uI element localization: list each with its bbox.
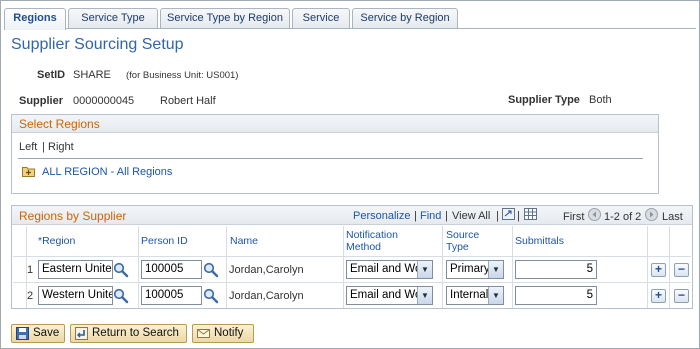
next-icon[interactable] <box>645 208 658 221</box>
col-header-notification[interactable]: Notification <box>346 230 398 241</box>
setid-value: SHARE <box>73 69 111 81</box>
tree-item-all-region[interactable]: ALL REGION - All Regions <box>42 166 172 178</box>
personalize-link[interactable]: Personalize <box>353 210 410 222</box>
source-type-value: Primary <box>450 263 490 275</box>
return-arrow-icon <box>75 327 88 340</box>
select-regions-group: Select Regions Left | Right ALL REGION -… <box>11 114 659 194</box>
grid-link-sep-2: | <box>445 210 448 222</box>
col-header-region[interactable]: *Region <box>38 236 75 247</box>
last-link[interactable]: Last <box>662 211 683 223</box>
source-type-select[interactable]: Primary ▼ <box>446 260 504 279</box>
col-header-method[interactable]: Method <box>346 242 381 253</box>
notification-method-select[interactable]: Email and Wor ▼ <box>346 260 433 279</box>
find-link[interactable]: Find <box>420 210 441 222</box>
tree-left-link[interactable]: Left <box>19 141 37 153</box>
notify-envelope-icon <box>197 327 210 340</box>
row-number: 2 <box>27 290 34 302</box>
region-input[interactable]: Western Unitec <box>38 286 113 305</box>
source-type-value: Internal <box>450 289 489 301</box>
person-name: Jordan,Carolyn <box>229 264 304 276</box>
folder-expand-icon[interactable] <box>22 166 35 177</box>
region-lookup-icon[interactable] <box>113 288 129 304</box>
zoom-grid-icon[interactable] <box>502 208 515 220</box>
select-regions-title: Select Regions <box>19 117 100 131</box>
regions-grid: Regions by Supplier Personalize | Find |… <box>11 205 693 309</box>
table-row: 2 Western Unitec 100005 Jordan,Carolyn E… <box>13 282 691 308</box>
add-row-icon[interactable]: + <box>651 289 666 303</box>
row-range: 1-2 of 2 <box>604 211 642 223</box>
save-button[interactable]: Save <box>11 324 65 343</box>
person-id-input[interactable]: 100005 <box>141 260 202 279</box>
col-header-person-id[interactable]: Person ID <box>141 236 188 247</box>
notification-method-value: Email and Wor <box>350 263 426 275</box>
return-to-search-label: Return to Search <box>92 327 179 339</box>
grid-header-bar: Regions by Supplier Personalize | Find |… <box>12 206 692 225</box>
person-id-input[interactable]: 100005 <box>141 286 202 305</box>
chevron-down-icon: ▼ <box>488 287 503 304</box>
region-lookup-icon[interactable] <box>113 262 129 278</box>
notification-method-value: Email and Wor <box>350 289 426 301</box>
tab-service[interactable]: Service <box>292 8 350 29</box>
tab-divider <box>4 28 696 29</box>
add-row-icon[interactable]: + <box>651 263 666 277</box>
person-name: Jordan,Carolyn <box>229 290 304 302</box>
person-lookup-icon[interactable] <box>203 288 219 304</box>
col-header-name[interactable]: Name <box>230 236 258 247</box>
supplier-label: Supplier <box>19 95 64 107</box>
delete-row-icon[interactable]: − <box>674 289 689 303</box>
col-header-source[interactable]: Source <box>446 230 479 241</box>
chevron-down-icon: ▼ <box>488 261 503 278</box>
col-header-submittals[interactable]: Submittals <box>515 236 564 247</box>
tab-regions[interactable]: Regions <box>4 8 66 30</box>
grid-title: Regions by Supplier <box>19 209 127 223</box>
tab-service-type[interactable]: Service Type <box>68 8 158 29</box>
table-row: 1 Eastern United 100005 Jordan,Carolyn E… <box>13 256 691 282</box>
previous-icon[interactable] <box>588 208 601 221</box>
notify-label: Notify <box>214 327 244 339</box>
tab-service-type-by-region[interactable]: Service Type by Region <box>160 8 290 29</box>
tree-right-link[interactable]: Right <box>48 141 74 153</box>
save-label: Save <box>33 327 60 339</box>
return-to-search-button[interactable]: Return to Search <box>70 324 187 343</box>
tree-separator: | <box>42 141 45 153</box>
delete-row-icon[interactable]: − <box>674 263 689 277</box>
notification-method-select[interactable]: Email and Wor ▼ <box>346 286 433 305</box>
col-header-type[interactable]: Type <box>446 242 469 253</box>
notify-button[interactable]: Notify <box>192 324 254 343</box>
tab-service-by-region[interactable]: Service by Region <box>352 8 458 29</box>
chevron-down-icon: ▼ <box>417 287 432 304</box>
view-all-link[interactable]: View All <box>452 210 490 222</box>
submittals-input[interactable]: 5 <box>515 260 597 279</box>
select-regions-header: Select Regions <box>12 115 658 133</box>
first-link[interactable]: First <box>563 211 584 223</box>
region-input[interactable]: Eastern United <box>38 260 113 279</box>
supplier-id: 0000000045 <box>73 95 135 107</box>
supplier-type-label: Supplier Type <box>508 94 580 106</box>
download-grid-icon[interactable] <box>524 208 537 220</box>
setid-label: SetID <box>37 69 66 81</box>
grid-link-sep-3: | <box>496 210 499 222</box>
grid-link-sep-1: | <box>414 210 417 222</box>
row-number: 1 <box>27 264 34 276</box>
page-title: Supplier Sourcing Setup <box>11 36 184 53</box>
supplier-name: Robert Half <box>160 95 216 107</box>
source-type-select[interactable]: Internal ▼ <box>446 286 504 305</box>
grid-link-sep-4: | <box>517 210 520 222</box>
chevron-down-icon: ▼ <box>417 261 432 278</box>
tree-divider <box>18 158 643 159</box>
setid-business-unit: (for Business Unit: US001) <box>126 70 239 81</box>
supplier-type-value: Both <box>589 94 612 106</box>
person-lookup-icon[interactable] <box>203 262 219 278</box>
submittals-input[interactable]: 5 <box>515 286 597 305</box>
save-icon <box>16 327 29 340</box>
